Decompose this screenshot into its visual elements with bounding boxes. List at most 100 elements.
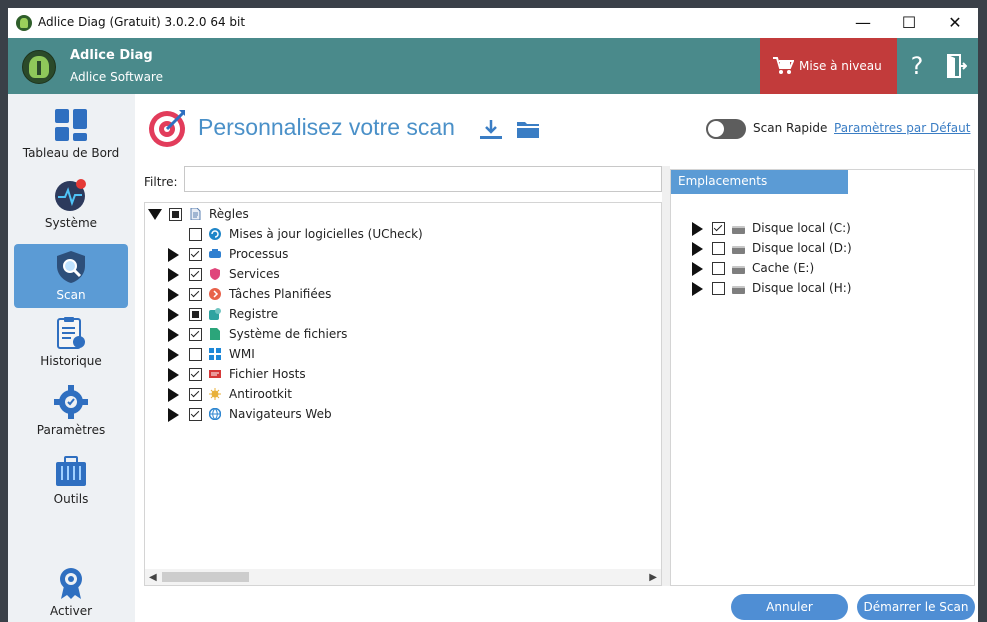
rule-checkbox[interactable] (189, 348, 202, 361)
drive-icon (732, 246, 745, 254)
sidebar-item-system[interactable]: Système (14, 178, 128, 242)
sidebar-item-label: Système (44, 216, 98, 230)
sidebar: Tableau de Bord Système Scan Historique … (8, 94, 135, 622)
location-checkbox[interactable] (712, 262, 725, 275)
target-icon (149, 110, 185, 147)
sidebar-item-label: Activer (49, 604, 93, 618)
rules-tree: Règles Mises à jour logicielles (UCheck)… (144, 202, 662, 586)
rule-checkbox[interactable] (189, 228, 202, 241)
help-button[interactable]: ? (905, 50, 929, 82)
rule-label: Registre (229, 307, 279, 321)
sidebar-item-label: Tableau de Bord (22, 146, 120, 160)
app-name: Adlice Diag (70, 48, 153, 63)
services-icon (210, 268, 220, 280)
location-checkbox[interactable] (712, 282, 725, 295)
drive-icon (732, 286, 745, 294)
expander-arrow[interactable] (168, 288, 179, 302)
rule-checkbox[interactable] (189, 388, 202, 401)
horizontal-scrollbar[interactable]: ◀ ▶ (145, 569, 661, 585)
expander-arrow[interactable] (692, 242, 703, 256)
drive-icon (732, 266, 745, 274)
maximize-button[interactable]: ☐ (886, 8, 932, 38)
main-content: Personnalisez votre scan Scan Rapide Par… (135, 94, 978, 622)
expander-arrow[interactable] (692, 262, 703, 276)
expander-arrow[interactable] (148, 209, 162, 220)
exit-icon[interactable] (945, 54, 967, 78)
sidebar-item-dashboard[interactable]: Tableau de Bord (14, 108, 128, 172)
rule-label: Navigateurs Web (229, 407, 332, 421)
expander-arrow[interactable] (168, 368, 179, 382)
rule-checkbox[interactable] (189, 328, 202, 341)
location-label: Disque local (D:) (752, 241, 852, 255)
settings-icon (54, 385, 88, 419)
tasks-icon (209, 288, 221, 300)
rules-checkbox[interactable] (169, 208, 182, 221)
rule-checkbox[interactable] (189, 308, 202, 321)
rule-label: WMI (229, 347, 255, 361)
app-company: Adlice Software (70, 70, 163, 84)
upgrade-button[interactable]: Mise à niveau (760, 38, 897, 94)
folder-icon[interactable] (516, 119, 540, 139)
quick-scan-label: Scan Rapide (753, 121, 828, 135)
history-icon (57, 317, 85, 349)
cancel-button[interactable]: Annuler (731, 594, 848, 620)
rule-checkbox[interactable] (189, 408, 202, 421)
scroll-right-arrow[interactable]: ▶ (649, 572, 657, 583)
panel-splitter[interactable] (662, 166, 670, 586)
window-title: Adlice Diag (Gratuit) 3.0.2.0 64 bit (38, 15, 246, 29)
location-checkbox[interactable] (712, 242, 725, 255)
sidebar-item-label: Paramètres (36, 423, 106, 437)
adlice-logo-icon (22, 50, 56, 84)
app-logo-icon (16, 15, 32, 31)
rule-label: Fichier Hosts (229, 367, 306, 381)
sidebar-item-scan[interactable]: Scan (14, 244, 128, 308)
sidebar-item-tools[interactable]: Outils (14, 454, 128, 518)
tree-root-label: Règles (209, 207, 249, 221)
expander-arrow[interactable] (168, 308, 179, 322)
title-bar: Adlice Diag (Gratuit) 3.0.2.0 64 bit — ☐… (8, 8, 978, 38)
document-icon (190, 208, 201, 220)
app-window: Adlice Diag (Gratuit) 3.0.2.0 64 bit — ☐… (8, 8, 978, 622)
rule-label: Système de fichiers (229, 327, 348, 341)
default-settings-link[interactable]: Paramètres par Défaut (834, 121, 970, 135)
rule-label: Processus (229, 247, 289, 261)
filter-input[interactable] (184, 166, 662, 192)
sidebar-item-history[interactable]: Historique (14, 316, 128, 380)
scroll-left-arrow[interactable]: ◀ (149, 572, 157, 583)
expander-arrow[interactable] (168, 388, 179, 402)
expander-arrow[interactable] (168, 248, 179, 262)
rule-checkbox[interactable] (189, 368, 202, 381)
expander-arrow[interactable] (692, 222, 703, 236)
toggle-knob (708, 121, 724, 137)
location-label: Disque local (H:) (752, 281, 852, 295)
expander-arrow[interactable] (168, 268, 179, 282)
expander-arrow[interactable] (168, 328, 179, 342)
drive-icon (732, 226, 745, 234)
locations-header: Emplacements personnalisés (671, 170, 848, 210)
expander-arrow[interactable] (168, 408, 179, 422)
location-checkbox[interactable] (712, 222, 725, 235)
location-label: Cache (E:) (752, 261, 815, 275)
download-icon[interactable] (479, 118, 503, 140)
rule-checkbox[interactable] (189, 288, 202, 301)
scroll-thumb[interactable] (162, 572, 249, 582)
sidebar-item-label: Outils (53, 492, 89, 506)
start-scan-button[interactable]: Démarrer le Scan (857, 594, 975, 620)
sidebar-item-activate[interactable]: Activer (14, 566, 128, 622)
rule-label: Antirootkit (229, 387, 292, 401)
award-icon (60, 568, 82, 599)
cart-icon (773, 57, 794, 74)
filesystem-icon (210, 328, 220, 340)
rule-checkbox[interactable] (189, 268, 202, 281)
minimize-button[interactable]: — (840, 8, 886, 38)
sidebar-item-settings[interactable]: Paramètres (14, 385, 128, 449)
rule-checkbox[interactable] (189, 248, 202, 261)
rule-label: Tâches Planifiées (229, 287, 332, 301)
expander-arrow[interactable] (168, 348, 179, 362)
close-button[interactable]: ✕ (932, 8, 978, 38)
ucheck-icon (209, 228, 221, 240)
expander-arrow[interactable] (692, 282, 703, 296)
quick-scan-toggle[interactable] (706, 119, 746, 139)
dashboard-icon (55, 109, 87, 141)
browser-icon (209, 408, 221, 420)
